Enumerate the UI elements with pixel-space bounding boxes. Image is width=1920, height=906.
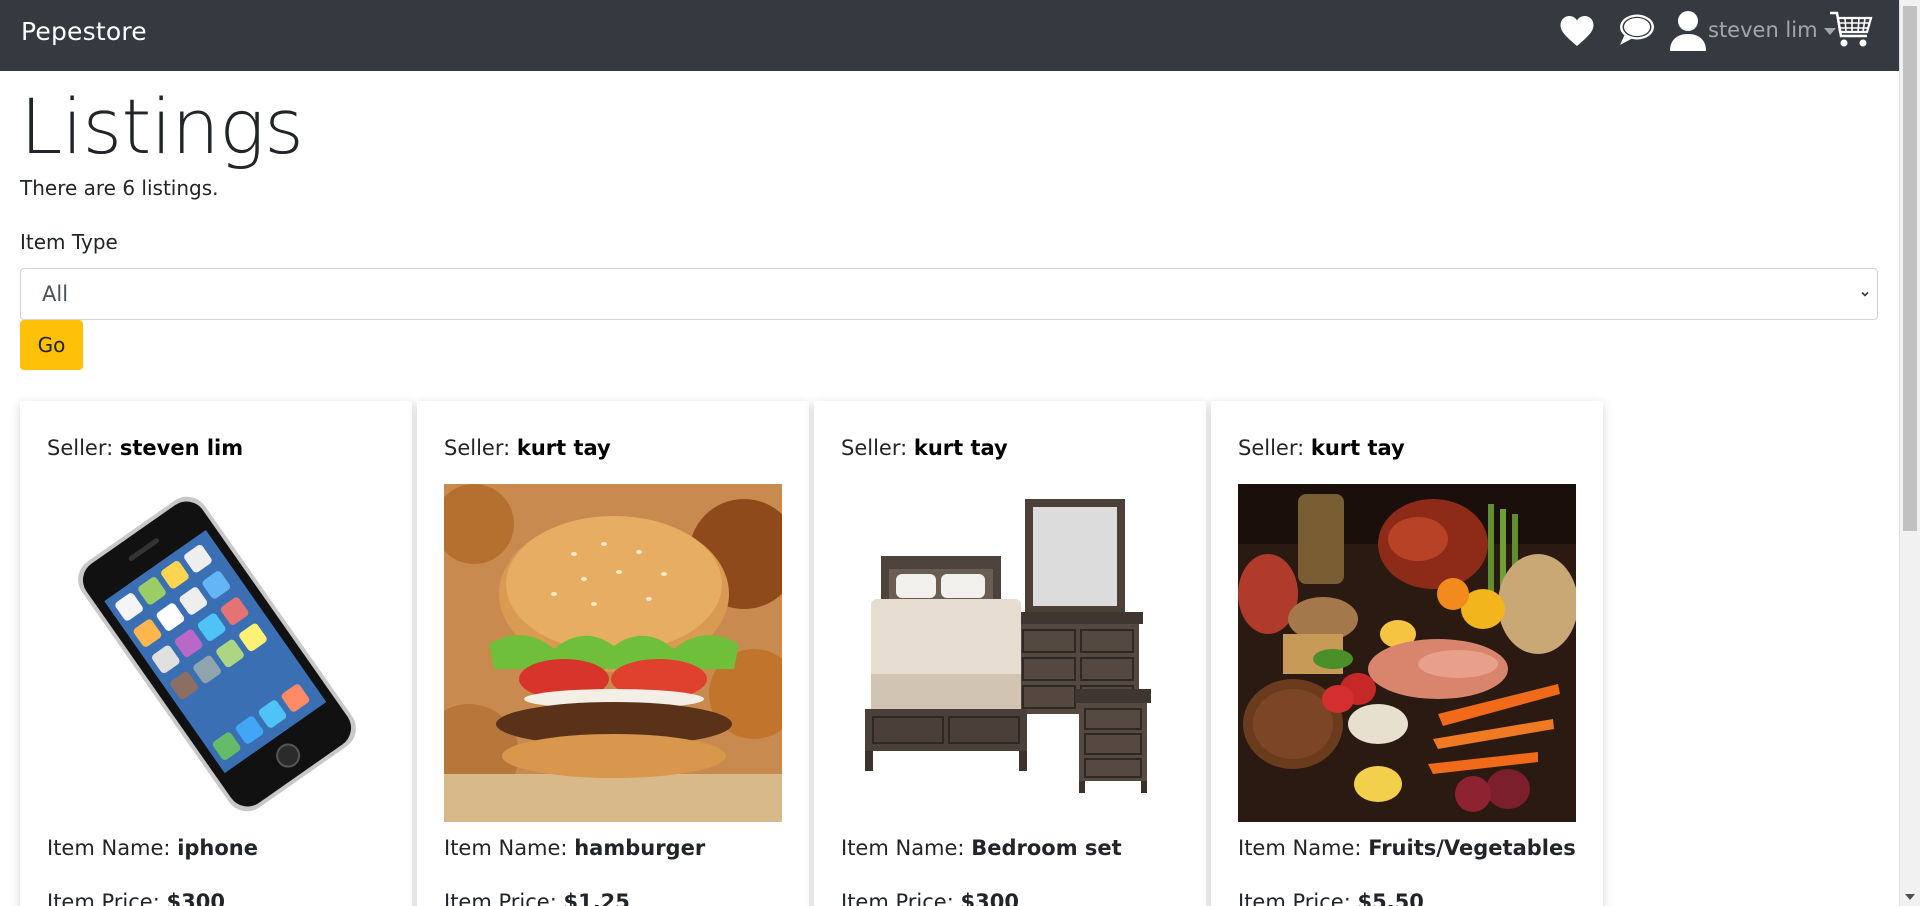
user-menu[interactable]: steven lim [1669,8,1836,52]
card-item-price: Item Price: $300 [841,890,1019,906]
card-seller: Seller: kurt tay [1238,436,1405,460]
listing-image-bedroom[interactable] [841,484,1179,822]
listing-image-phone[interactable] [47,484,385,822]
scrollbar[interactable] [1899,0,1920,906]
card-seller: Seller: steven lim [47,436,244,460]
card-seller: Seller: kurt tay [444,436,611,460]
card-item-price: Item Price: $5.50 [1238,890,1424,906]
card-item-name: Item Name: hamburger [444,836,706,860]
item-type-select[interactable]: All [20,268,1878,320]
card-item-name: Item Name: iphone [47,836,259,860]
go-button[interactable]: Go [20,320,83,370]
brand-logo[interactable]: Pepestore [21,17,147,46]
chat-icon[interactable] [1616,12,1656,48]
chevron-down-icon [1861,291,1869,297]
listing-image-groceries[interactable] [1238,484,1576,822]
user-name: steven lim [1708,18,1818,42]
user-icon [1670,11,1706,51]
card-item-price: Item Price: $1.25 [444,890,630,906]
listing-card[interactable]: Seller: kurt tay [1211,401,1603,906]
scrollbar-thumb[interactable] [1903,6,1917,531]
listing-card[interactable]: Seller: kurt tay [814,401,1206,906]
heart-icon[interactable] [1559,14,1595,48]
listing-image-burger[interactable] [444,484,782,822]
page-title: Listings [20,82,304,171]
listing-card[interactable]: Seller: steven lim Item Name: iphone Ite… [20,401,412,906]
navbar: Pepestore steven lim [0,0,1899,71]
item-type-label: Item Type [20,230,118,254]
listing-card[interactable]: Seller: kurt tay Item Name: hamburger It… [417,401,809,906]
listing-count: There are 6 listings. [20,176,219,200]
card-item-name: Item Name: Fruits/Vegetables [1238,836,1576,860]
card-item-price: Item Price: $300 [47,890,225,906]
card-seller: Seller: kurt tay [841,436,1008,460]
scroll-down-arrow-icon[interactable] [1905,894,1915,900]
cart-icon[interactable] [1829,10,1873,50]
item-type-selected: All [42,282,69,306]
card-item-name: Item Name: Bedroom set [841,836,1122,860]
